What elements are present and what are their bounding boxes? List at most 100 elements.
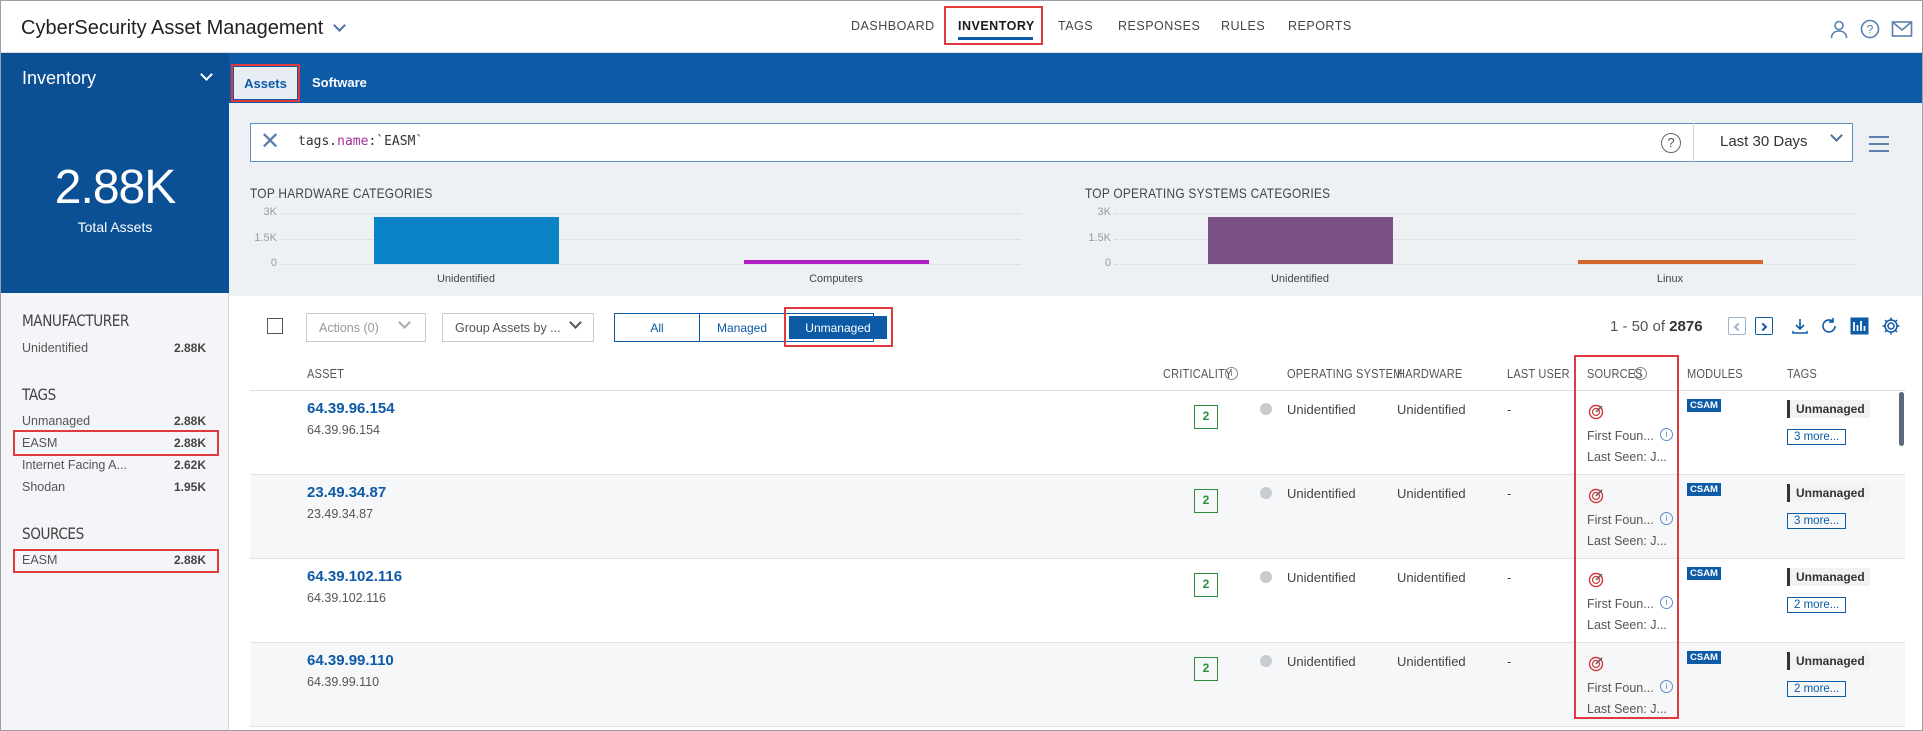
column-header-hardware[interactable]: HARDWARE — [1397, 366, 1462, 381]
tag-badge: Unmanaged — [1787, 568, 1870, 586]
nav-rules[interactable]: RULES — [1221, 19, 1265, 33]
filter-title-sources: SOURCES — [22, 524, 84, 543]
refresh-icon[interactable] — [1820, 317, 1838, 335]
select-all-checkbox[interactable] — [267, 318, 283, 334]
nav-dashboard[interactable]: DASHBOARD — [851, 19, 935, 33]
filter-item-label[interactable]: Shodan — [22, 480, 65, 494]
chevron-down-icon — [569, 316, 582, 329]
menu-icon[interactable] — [1869, 136, 1889, 157]
table-scrollbar[interactable] — [1899, 392, 1904, 446]
column-view-icon[interactable] — [1850, 317, 1869, 335]
user-icon[interactable] — [1829, 19, 1849, 39]
actions-button[interactable]: Actions (0) — [306, 313, 426, 342]
group-by-select[interactable]: Group Assets by ... — [442, 313, 594, 342]
prev-page-button[interactable] — [1728, 317, 1746, 335]
filter-item-label[interactable]: Internet Facing A... — [22, 458, 127, 472]
segment-managed[interactable]: Managed — [699, 313, 785, 342]
asset-name-link[interactable]: 23.49.34.87 — [307, 484, 386, 501]
last-user: - — [1507, 654, 1512, 669]
last-user: - — [1507, 486, 1512, 501]
asset-name-link[interactable]: 64.39.99.110 — [307, 652, 394, 669]
filter-title-manufacturer: MANUFACTURER — [22, 311, 129, 330]
tag-badge: Unmanaged — [1787, 400, 1870, 418]
more-tags-link[interactable]: 2 more... — [1787, 681, 1847, 697]
operating-system: Unidentified — [1287, 654, 1356, 669]
column-header-asset[interactable]: ASSET — [307, 366, 344, 381]
criticality-badge: 2 — [1194, 573, 1218, 597]
group-by-label: Group Assets by ... — [455, 320, 561, 335]
date-range-select[interactable]: Last 30 Days — [1720, 133, 1808, 150]
filter-item-label[interactable]: Unidentified — [22, 341, 88, 355]
criticality-badge: 2 — [1194, 657, 1218, 681]
os-unknown-icon — [1260, 487, 1272, 499]
column-header-tags[interactable]: TAGS — [1787, 366, 1817, 381]
tag-badge: Unmanaged — [1787, 484, 1870, 502]
os-unknown-icon — [1260, 403, 1272, 415]
highlight-box-unmanaged — [784, 307, 893, 347]
asset-ip: 64.39.102.116 — [307, 591, 387, 605]
chart-bar[interactable] — [1207, 217, 1393, 264]
hardware: Unidentified — [1397, 570, 1466, 585]
column-header-modules[interactable]: MODULES — [1687, 366, 1743, 381]
next-page-button[interactable] — [1755, 317, 1773, 335]
app-switcher[interactable]: CyberSecurity Asset Management — [21, 17, 347, 40]
settings-gear-icon[interactable] — [1881, 316, 1901, 336]
module-badge: CSAM — [1687, 399, 1721, 412]
segment-all[interactable]: All — [614, 313, 700, 342]
more-tags-link[interactable]: 2 more... — [1787, 597, 1847, 613]
chart-title: TOP HARDWARE CATEGORIES — [250, 185, 433, 201]
chart-bar[interactable] — [373, 217, 559, 264]
app-title: CyberSecurity Asset Management — [21, 17, 324, 39]
search-divider — [1693, 123, 1694, 162]
highlight-box-sources — [1574, 355, 1679, 719]
x-tick-label: Linux — [1656, 273, 1684, 285]
chart-bar[interactable] — [1577, 260, 1763, 264]
x-tick-label: Computers — [809, 273, 863, 285]
help-icon[interactable]: ? — [1860, 19, 1880, 39]
column-header-last-user[interactable]: LAST USER — [1507, 366, 1570, 381]
info-icon[interactable]: i — [1225, 367, 1238, 380]
y-tick-label: 3K — [263, 206, 277, 218]
chart-bar[interactable] — [743, 260, 929, 264]
asset-ip: 64.39.99.110 — [307, 675, 380, 689]
section-title: Inventory — [22, 68, 97, 88]
tag-badge: Unmanaged — [1787, 652, 1870, 670]
column-header-criticality[interactable]: CRITICALITY — [1163, 366, 1232, 381]
gridline — [1115, 213, 1855, 214]
y-tick-label: 1.5K — [1088, 231, 1111, 244]
more-tags-link[interactable]: 3 more... — [1787, 513, 1847, 529]
operating-system: Unidentified — [1287, 570, 1356, 585]
nav-tags[interactable]: TAGS — [1058, 19, 1093, 33]
y-tick-label: 3K — [1097, 206, 1111, 218]
tab-software[interactable]: Software — [312, 75, 367, 90]
mail-icon[interactable] — [1891, 19, 1913, 39]
asset-name-link[interactable]: 64.39.102.116 — [307, 568, 402, 585]
total-assets-label: Total Assets — [77, 219, 153, 235]
asset-name-link[interactable]: 64.39.96.154 — [307, 400, 395, 417]
search-input[interactable] — [250, 123, 1853, 162]
chevron-down-icon — [333, 19, 347, 32]
filter-item-count: 2.62K — [173, 458, 206, 472]
more-tags-link[interactable]: 3 more... — [1787, 429, 1847, 445]
query-help-icon[interactable]: ? — [1661, 133, 1681, 153]
download-icon[interactable] — [1791, 317, 1809, 335]
nav-responses[interactable]: RESPONSES — [1118, 19, 1200, 33]
filter-item-label[interactable]: Unmanaged — [22, 414, 90, 428]
clear-search-icon[interactable]: ✕ — [260, 130, 280, 154]
pagination-info: 1 - 50 of 2876 — [1610, 318, 1703, 335]
asset-ip: 23.49.34.87 — [307, 507, 374, 521]
column-header-os[interactable]: OPERATING SYSTEM — [1287, 366, 1402, 381]
module-badge: CSAM — [1687, 483, 1721, 496]
criticality-badge: 2 — [1194, 489, 1218, 513]
filter-item-count: 1.95K — [173, 480, 206, 494]
os-unknown-icon — [1260, 571, 1272, 583]
search-query[interactable]: tags.name:`EASM` — [298, 134, 423, 149]
module-badge: CSAM — [1687, 567, 1721, 580]
nav-reports[interactable]: REPORTS — [1288, 19, 1352, 33]
gridline — [281, 213, 1021, 214]
operating-system: Unidentified — [1287, 402, 1356, 417]
highlight-box-easm-tag — [13, 430, 219, 456]
hardware: Unidentified — [1397, 654, 1466, 669]
hardware: Unidentified — [1397, 402, 1466, 417]
x-tick-label: Unidentified — [436, 273, 496, 285]
